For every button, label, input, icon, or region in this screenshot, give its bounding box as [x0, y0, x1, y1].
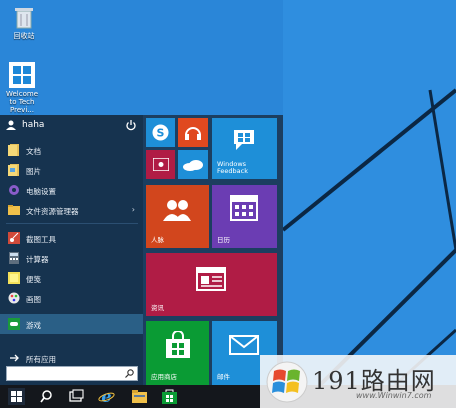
store-icon[interactable] [161, 388, 178, 405]
svg-text:S: S [157, 127, 165, 140]
search-icon[interactable] [38, 388, 55, 405]
menu-item-file-explorer[interactable]: 文件资源管理器 › [0, 200, 143, 220]
menu-item-label: 电脑设置 [26, 187, 56, 196]
start-icon[interactable] [8, 388, 25, 405]
svg-text:e: e [101, 388, 111, 405]
desktop-icon-label: Welcome to Tech Previ... [5, 90, 39, 114]
watermark: 191路由网 www.Winwin7.com [260, 355, 456, 408]
search-input[interactable] [6, 366, 138, 381]
menu-item-label: 游戏 [26, 321, 41, 330]
all-apps-label: 所有应用 [26, 355, 56, 364]
chevron-right-icon[interactable]: › [132, 205, 135, 214]
tile-onedrive[interactable] [178, 150, 208, 179]
windows-7-logo-icon [266, 361, 308, 403]
menu-item-label: 截图工具 [26, 235, 56, 244]
tile-label: Windows Feedback [217, 160, 248, 175]
paint-icon [8, 292, 20, 304]
people-icon [163, 200, 191, 221]
menu-divider [6, 223, 138, 224]
gear-icon [9, 185, 19, 195]
tile-windows-feedback[interactable]: Windows Feedback [212, 118, 277, 179]
menu-item-label: 便笺 [26, 275, 41, 284]
menu-item-sticky-notes[interactable]: 便笺 [0, 268, 143, 288]
document-icon [8, 144, 19, 156]
user-icon [6, 120, 16, 130]
tile-store[interactable]: 应用商店 [146, 321, 209, 385]
all-apps-button[interactable]: 所有应用 [0, 348, 143, 368]
task-view-icon[interactable] [68, 388, 85, 405]
tile-calendar[interactable]: 日历 [212, 185, 277, 248]
store-bag-icon [166, 331, 190, 358]
tile-label: 日历 [217, 236, 230, 244]
menu-item-paint[interactable]: 画图 [0, 288, 143, 308]
start-menu: haha 文档 图片 电脑设置 文件资源管理器 › 截图工具 计算器 便笺 画图… [0, 115, 283, 385]
file-explorer-icon[interactable] [131, 388, 148, 405]
tile-video[interactable] [146, 150, 175, 179]
search-icon[interactable] [125, 369, 134, 378]
windows-logo-icon [9, 62, 35, 88]
menu-item-label: 文档 [26, 147, 41, 156]
ie-browser-icon[interactable]: e [98, 388, 115, 405]
calculator-icon [9, 252, 19, 264]
menu-item-label: 图片 [26, 167, 41, 176]
tile-label: 邮件 [217, 373, 230, 381]
video-icon [153, 158, 169, 171]
news-icon [196, 267, 226, 291]
tile-music[interactable] [178, 118, 208, 147]
calendar-icon [230, 195, 258, 221]
menu-item-games[interactable]: 游戏 [0, 314, 143, 334]
menu-item-label: 文件资源管理器 [26, 207, 79, 216]
desktop-icon-welcome[interactable]: Welcome to Tech Previ... [2, 62, 42, 114]
scissors-icon [8, 232, 20, 244]
user-name: haha [22, 120, 45, 130]
power-icon[interactable] [125, 119, 137, 131]
desktop-icon-recycle-bin[interactable]: 回收站 [4, 6, 44, 40]
desktop-icon-label: 回收站 [13, 32, 35, 40]
menu-item-label: 计算器 [26, 255, 49, 264]
menu-item-pc-settings[interactable]: 电脑设置 [0, 180, 143, 200]
user-account[interactable]: haha [0, 115, 143, 137]
folder-icon [8, 205, 20, 215]
pictures-icon [8, 164, 19, 176]
watermark-url: www.Winwin7.com [356, 391, 432, 400]
tile-people[interactable]: 人脉 [146, 185, 209, 248]
headphones-icon [185, 127, 201, 140]
menu-item-documents[interactable]: 文档 [0, 140, 143, 160]
menu-item-snipping-tool[interactable]: 截图工具 [0, 228, 143, 248]
tile-label: 资讯 [151, 304, 164, 312]
gamepad-icon [8, 318, 20, 330]
tile-skype[interactable]: S [146, 118, 175, 147]
start-menu-left-pane: haha 文档 图片 电脑设置 文件资源管理器 › 截图工具 计算器 便笺 画图… [0, 115, 143, 385]
tile-label: 人脉 [151, 236, 164, 244]
skype-icon: S [152, 124, 169, 141]
menu-item-pictures[interactable]: 图片 [0, 160, 143, 180]
cloud-icon [183, 160, 203, 171]
menu-item-label: 画图 [26, 295, 41, 304]
tile-label: 应用商店 [151, 373, 177, 381]
feedback-icon [234, 130, 254, 150]
menu-item-calculator[interactable]: 计算器 [0, 248, 143, 268]
recycle-bin-icon [15, 8, 33, 29]
sticky-note-icon [8, 272, 20, 284]
tile-news[interactable]: 资讯 [146, 253, 277, 316]
arrow-right-icon [10, 354, 19, 362]
mail-icon [229, 335, 259, 355]
